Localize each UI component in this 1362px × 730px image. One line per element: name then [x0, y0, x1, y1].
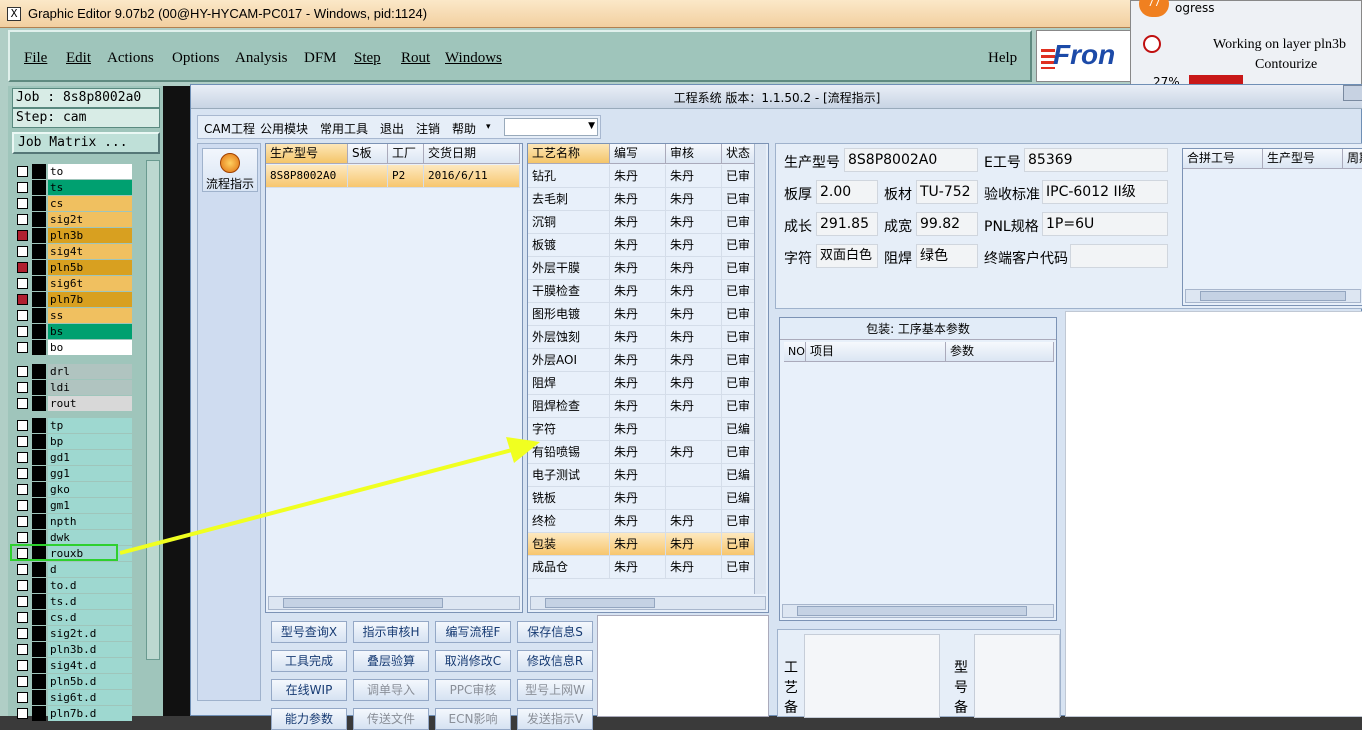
annotation-arrow	[119, 437, 540, 555]
